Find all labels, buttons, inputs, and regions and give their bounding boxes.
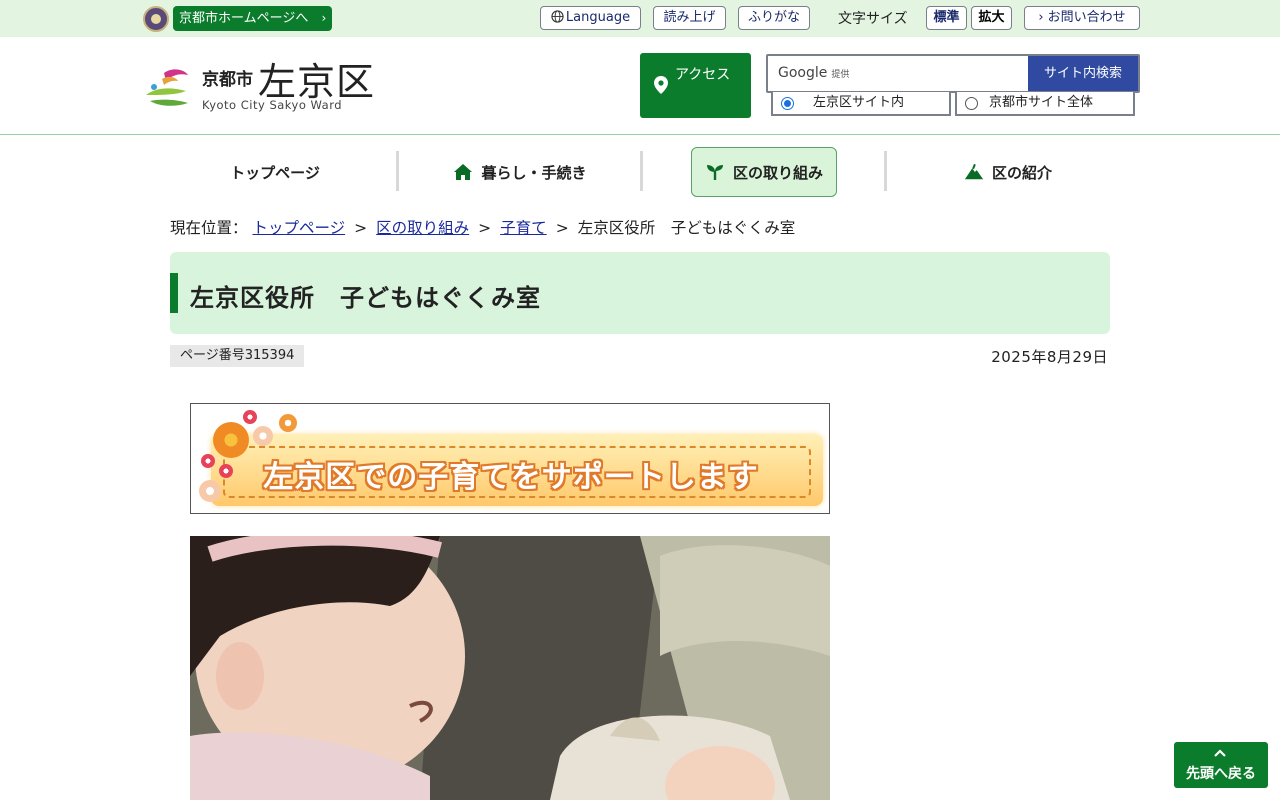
site-header: 京都市 左京区 Kyoto City Sakyo Ward アクセス Googl…: [0, 37, 1280, 135]
breadcrumb-childcare-link[interactable]: 子育て: [500, 219, 547, 237]
font-large-button[interactable]: 拡大: [971, 6, 1012, 30]
scope-ward-label: 左京区サイト内: [813, 95, 905, 110]
chevron-up-icon: [1214, 749, 1226, 757]
kyoto-city-home-link[interactable]: 京都市ホームページへ ›: [173, 6, 333, 31]
sakyo-logo-icon[interactable]: [142, 65, 192, 109]
furigana-button[interactable]: ふりがな: [738, 6, 810, 30]
language-button[interactable]: Language: [540, 6, 641, 30]
scope-city-label: 京都市サイト全体: [989, 95, 1094, 110]
font-standard-label: 標準: [933, 10, 960, 25]
breadcrumb-separator: >: [478, 219, 492, 237]
page-title: 左京区役所 子どもはぐくみ室: [190, 284, 541, 312]
language-label: Language: [565, 10, 631, 25]
banner-text: 左京区での子育てをサポートします: [263, 460, 759, 495]
nav-living[interactable]: 暮らし・手続き: [400, 147, 640, 197]
breadcrumb-current: 左京区役所 子どもはぐくみ室: [577, 219, 796, 237]
back-to-top-label: 先頭へ戻る: [1186, 766, 1256, 782]
nav-top-page[interactable]: トップページ: [155, 147, 395, 197]
read-aloud-label: 読み上げ: [663, 10, 716, 25]
chevron-right-icon: ›: [1038, 10, 1048, 25]
breadcrumb: 現在位置： トップページ > 区の取り組み > 子育て > 左京区役所 子どもはぐくみ室: [170, 216, 795, 238]
breadcrumb-top-link[interactable]: トップページ: [252, 219, 345, 237]
flower-icon: [243, 410, 257, 424]
mountain-icon: [964, 163, 984, 180]
nav-top-page-label: トップページ: [230, 163, 320, 182]
logo-english-text: Kyoto City Sakyo Ward: [202, 98, 343, 112]
nav-divider: [884, 151, 887, 191]
nav-divider: [640, 151, 643, 191]
breadcrumb-initiatives-link[interactable]: 区の取り組み: [376, 219, 469, 237]
support-banner-image: 左京区での子育てをサポートします: [190, 403, 830, 514]
utility-bar: 京都市ホームページへ › Language 読み上げ ふりがな 文字サイズ 標準…: [0, 0, 1280, 37]
breadcrumb-separator: >: [354, 219, 368, 237]
nav-about-label: 区の紹介: [991, 163, 1052, 182]
page-title-box: 左京区役所 子どもはぐくみ室: [170, 252, 1110, 334]
font-standard-button[interactable]: 標準: [926, 6, 967, 30]
scope-ward-option[interactable]: 左京区サイト内: [771, 92, 951, 116]
furigana-label: ふりがな: [747, 10, 800, 25]
map-pin-icon: [654, 76, 668, 94]
back-to-top-button[interactable]: 先頭へ戻る: [1174, 742, 1268, 788]
publish-date: 2025年8月29日: [991, 348, 1108, 366]
home-icon: [454, 164, 473, 180]
read-aloud-button[interactable]: 読み上げ: [653, 6, 726, 30]
flower-icon: [279, 414, 297, 432]
access-button[interactable]: アクセス: [640, 53, 751, 118]
search-input[interactable]: [770, 58, 1026, 89]
nav-initiatives[interactable]: 区の取り組み: [691, 147, 837, 197]
breadcrumb-prefix: 現在位置：: [170, 219, 248, 237]
contact-label: お問い合わせ: [1047, 10, 1126, 25]
site-search-button[interactable]: サイト内検索: [1028, 56, 1138, 91]
radio-selected-icon[interactable]: [781, 97, 794, 110]
nav-about[interactable]: 区の紹介: [888, 147, 1128, 197]
breadcrumb-separator: >: [555, 219, 569, 237]
contact-button[interactable]: › お問い合わせ: [1024, 6, 1140, 30]
radio-unselected-icon[interactable]: [965, 97, 978, 110]
nav-living-label: 暮らし・手続き: [481, 163, 587, 182]
scope-city-option[interactable]: 京都市サイト全体: [955, 92, 1135, 116]
page-number-badge: ページ番号315394: [170, 345, 305, 367]
access-label: アクセス: [675, 67, 731, 83]
title-accent-bar: [170, 273, 178, 313]
photo-illustration: [190, 536, 830, 800]
children-photo: [190, 536, 830, 800]
font-large-label: 拡大: [978, 10, 1005, 25]
search-form: Google 提供 サイト内検索: [766, 54, 1140, 93]
logo-city-text: 京都市: [202, 70, 253, 90]
kyoto-city-home-label: 京都市ホームページへ: [179, 11, 309, 26]
globe-icon: [551, 10, 564, 23]
nav-initiatives-label: 区の取り組み: [732, 163, 823, 182]
font-size-label: 文字サイズ: [838, 11, 908, 27]
flower-icon: [253, 426, 273, 446]
nav-divider: [396, 151, 399, 191]
sprout-icon: [706, 165, 723, 180]
city-crest-icon: [143, 6, 169, 32]
chevron-right-icon: ›: [321, 11, 327, 25]
